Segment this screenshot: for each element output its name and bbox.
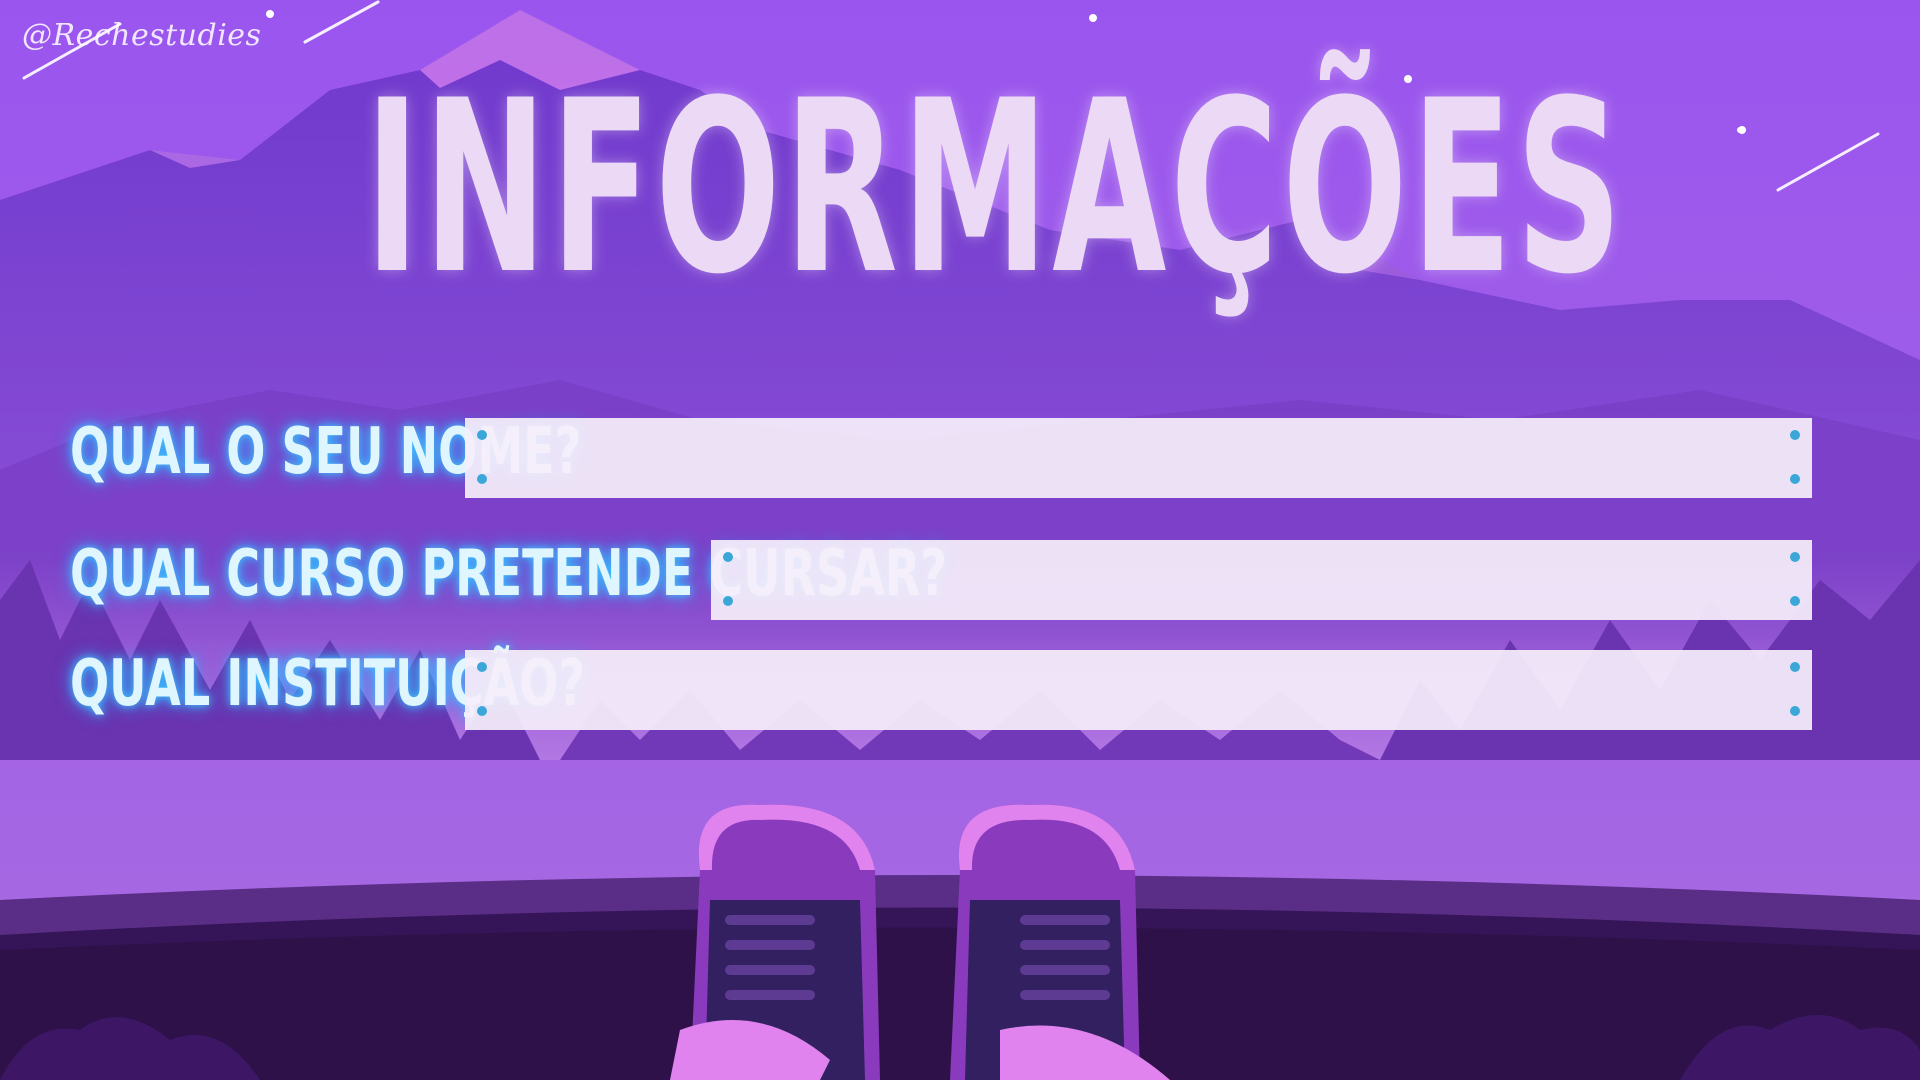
watermark: @Rechestudies [22,18,262,53]
box-pin-icon [1790,706,1800,716]
course-answer-field[interactable] [711,540,1812,620]
box-pin-icon [1790,474,1800,484]
box-pin-icon [723,596,733,606]
box-pin-icon [723,552,733,562]
box-pin-icon [477,430,487,440]
box-pin-icon [477,474,487,484]
box-pin-icon [1790,430,1800,440]
box-pin-icon [1790,596,1800,606]
page-title: INFORMAÇÕES [364,50,1626,327]
box-pin-icon [477,706,487,716]
box-pin-icon [1790,662,1800,672]
box-pin-icon [477,662,487,672]
name-answer-field[interactable] [465,418,1812,498]
institution-answer-field[interactable] [465,650,1812,730]
box-pin-icon [1790,552,1800,562]
